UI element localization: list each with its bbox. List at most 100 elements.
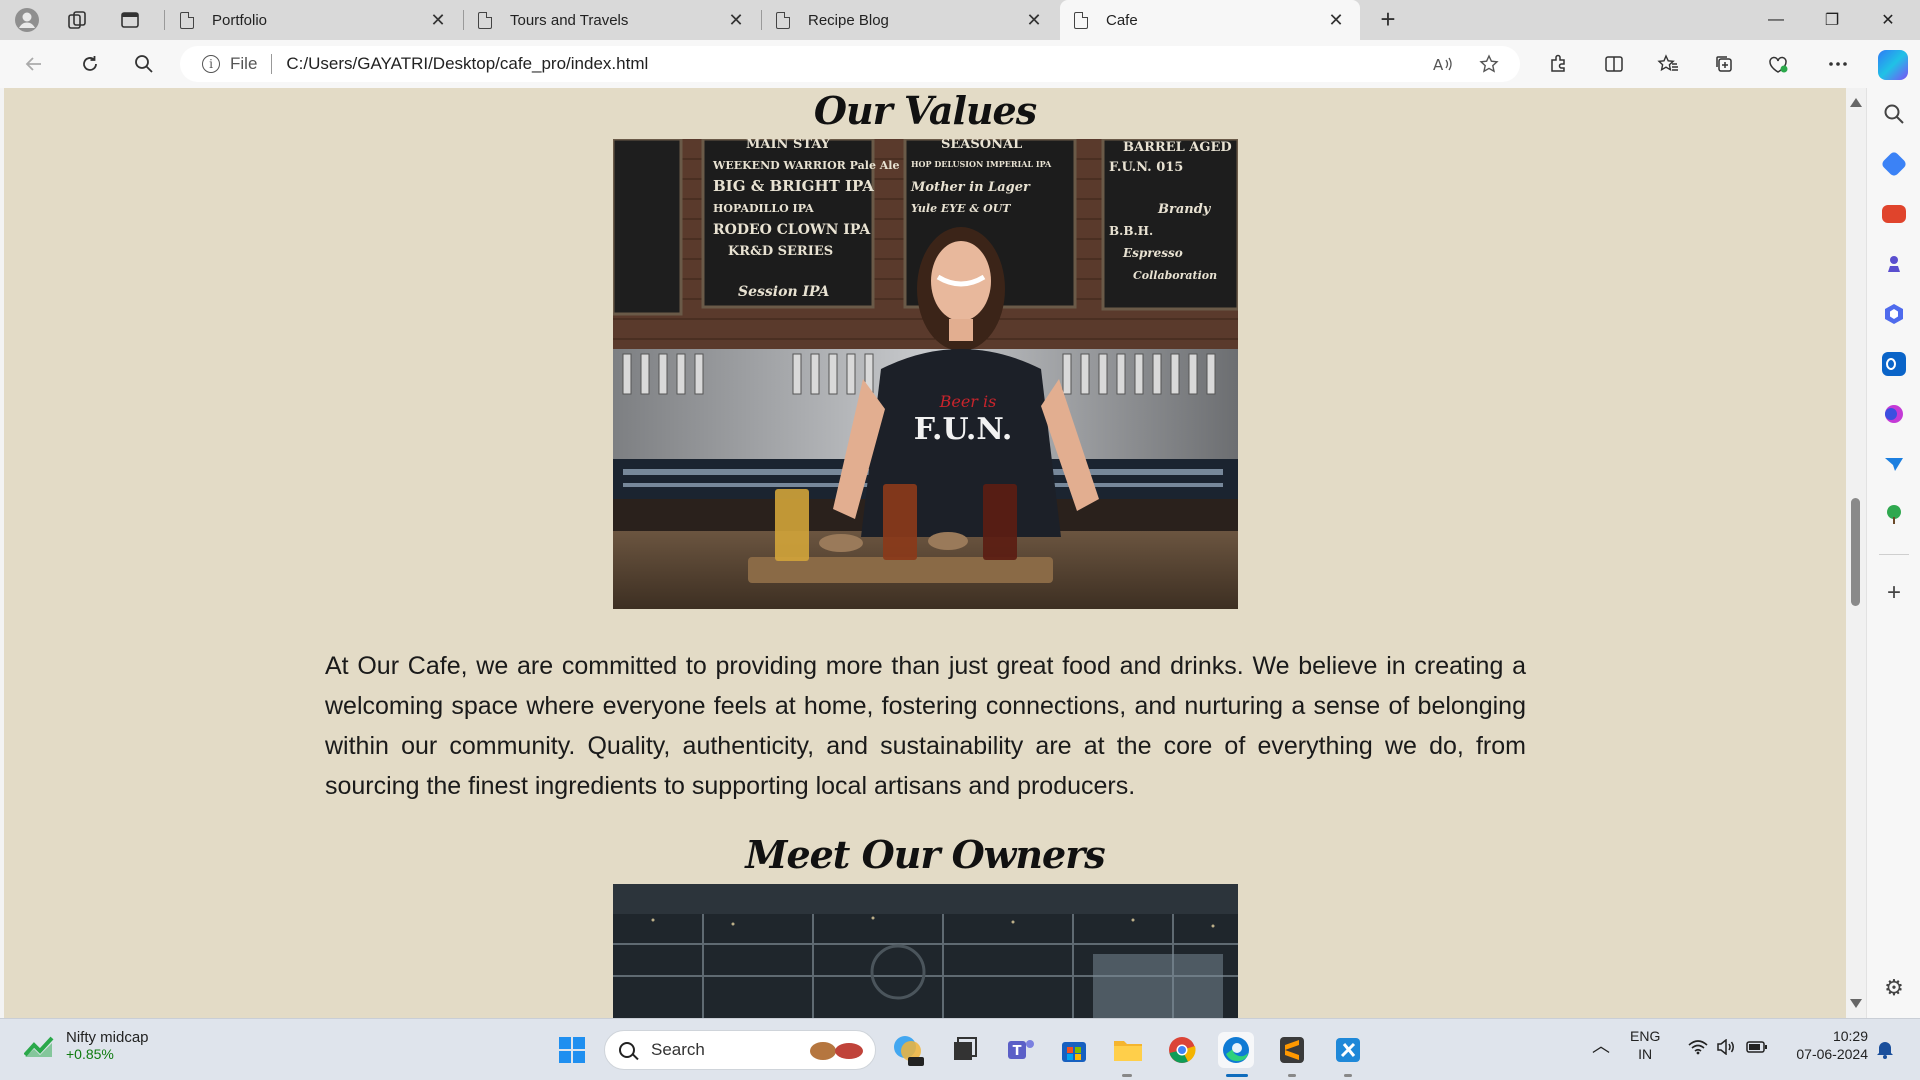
values-paragraph: At Our Cafe, we are committed to providi… <box>325 652 1526 800</box>
shopping-tag-icon[interactable] <box>1880 150 1908 178</box>
send-icon[interactable] <box>1882 452 1906 476</box>
split-screen-icon[interactable] <box>1598 48 1630 80</box>
language-secondary: IN <box>1638 1046 1653 1062</box>
svg-text:A: A <box>1433 56 1444 73</box>
tab-tours-and-travels[interactable]: Tours and Travels ✕ <box>464 0 760 40</box>
clock-date: 07-06-2024 <box>1796 1046 1868 1062</box>
file-explorer-icon[interactable] <box>1110 1032 1146 1068</box>
address-bar[interactable]: i File C:/Users/GAYATRI/Desktop/cafe_pro… <box>180 46 1520 82</box>
new-tab-button[interactable]: + <box>1372 4 1404 36</box>
tab-cafe[interactable]: Cafe ✕ <box>1060 0 1360 40</box>
sidebar-divider <box>1879 554 1909 555</box>
task-view-icon[interactable] <box>946 1032 982 1068</box>
language-primary: ENG <box>1630 1028 1661 1044</box>
menu-text: Session IPA <box>738 284 830 300</box>
close-icon[interactable]: ✕ <box>1326 10 1346 31</box>
extensions-icon[interactable] <box>1542 48 1574 80</box>
volume-icon[interactable] <box>1716 1038 1736 1059</box>
search-icon[interactable] <box>128 48 160 80</box>
outlook-icon[interactable] <box>1882 352 1906 376</box>
tab-label: Tours and Travels <box>510 11 629 29</box>
tab-portfolio[interactable]: Portfolio ✕ <box>166 0 462 40</box>
menu-text: Collaboration <box>1133 269 1217 282</box>
workspaces-icon[interactable] <box>62 6 92 34</box>
edge-icon[interactable] <box>1218 1032 1254 1068</box>
favorites-icon[interactable] <box>1652 48 1684 80</box>
sublime-text-icon[interactable] <box>1274 1032 1310 1068</box>
vscode-icon[interactable] <box>1330 1032 1366 1068</box>
search-icon <box>619 1042 635 1058</box>
menu-text: F.U.N. 015 <box>1109 160 1183 175</box>
tab-recipe-blog[interactable]: Recipe Blog ✕ <box>762 0 1058 40</box>
menu-text: Espresso <box>1122 246 1183 260</box>
battery-icon[interactable] <box>1746 1040 1768 1058</box>
url-text[interactable]: C:/Users/GAYATRI/Desktop/cafe_pro/index.… <box>286 54 648 74</box>
close-icon[interactable]: ✕ <box>1024 10 1044 31</box>
owners-heading: Meet Our Owners <box>745 832 1105 877</box>
profile-icon[interactable] <box>12 6 42 34</box>
taskbar-search-input[interactable]: Search <box>604 1030 876 1070</box>
chrome-icon[interactable] <box>1164 1032 1200 1068</box>
wifi-icon[interactable] <box>1688 1039 1708 1059</box>
close-window-button[interactable]: ✕ <box>1860 0 1916 40</box>
favorite-star-icon[interactable] <box>1472 46 1506 82</box>
owners-photo <box>613 884 1238 1018</box>
tab-separator <box>164 10 165 30</box>
stock-widget[interactable]: Nifty midcap +0.85% <box>23 1029 149 1062</box>
browser-toolbar: i File C:/Users/GAYATRI/Desktop/cafe_pro… <box>0 40 1920 88</box>
designer-icon[interactable] <box>1882 402 1906 426</box>
refresh-button[interactable] <box>74 48 106 80</box>
site-info-icon[interactable]: i <box>202 55 220 73</box>
menu-text: BARREL AGED <box>1123 140 1232 155</box>
copilot-icon[interactable] <box>1878 50 1908 80</box>
notification-bell-icon[interactable] <box>1876 1039 1894 1063</box>
sidebar-search-icon[interactable] <box>1882 102 1906 126</box>
restore-button[interactable]: ❐ <box>1804 0 1860 40</box>
language-indicator[interactable]: ENG IN <box>1630 1027 1660 1063</box>
page-icon <box>776 11 790 29</box>
menu-text: Yule EYE & OUT <box>911 202 1011 215</box>
close-icon[interactable]: ✕ <box>428 10 448 31</box>
clock-time: 10:29 <box>1832 1028 1868 1044</box>
edge-sidebar: + ⚙ <box>1866 88 1920 1018</box>
scroll-thumb[interactable] <box>1851 498 1860 606</box>
vertical-tabs-icon[interactable] <box>115 6 145 34</box>
tools-icon[interactable] <box>1882 205 1906 223</box>
menu-text: Mother in Lager <box>910 180 1031 195</box>
search-highlight-icon <box>810 1042 863 1060</box>
microsoft-365-icon[interactable] <box>1882 302 1906 326</box>
back-button[interactable] <box>18 48 50 80</box>
add-sidebar-app-icon[interactable]: + <box>1882 581 1906 606</box>
widget-title: Nifty midcap <box>66 1029 149 1046</box>
page-scrollbar[interactable] <box>1846 88 1866 1018</box>
page-icon <box>1074 11 1088 29</box>
show-hidden-icons-chevron-icon[interactable]: ︿ <box>1592 1037 1610 1055</box>
scroll-up-arrow-icon[interactable] <box>1850 98 1862 107</box>
copilot-preview-icon[interactable] <box>890 1032 926 1068</box>
tab-strip: Portfolio ✕ Tours and Travels ✕ Recipe B… <box>0 0 1920 40</box>
tree-icon[interactable] <box>1882 502 1906 526</box>
browser-essentials-icon[interactable] <box>1762 48 1794 80</box>
scroll-down-arrow-icon[interactable] <box>1850 999 1862 1008</box>
teams-icon[interactable]: T <box>1002 1032 1038 1068</box>
windows-start-icon[interactable] <box>554 1032 590 1068</box>
search-placeholder: Search <box>651 1040 705 1059</box>
svg-text:T: T <box>1013 1044 1022 1059</box>
settings-gear-icon[interactable]: ⚙ <box>1882 976 1906 1000</box>
collections-icon[interactable] <box>1708 48 1740 80</box>
microsoft-store-icon[interactable] <box>1056 1032 1092 1068</box>
page-icon <box>180 11 194 29</box>
minimize-button[interactable]: — <box>1748 0 1804 40</box>
close-icon[interactable]: ✕ <box>726 10 746 31</box>
read-aloud-icon[interactable]: A <box>1426 46 1460 82</box>
more-options-icon[interactable] <box>1822 48 1854 80</box>
clock[interactable]: 10:29 07-06-2024 <box>1784 1027 1868 1063</box>
menu-text: RODEO CLOWN IPA <box>713 222 871 238</box>
menu-text: Brandy <box>1157 202 1212 217</box>
games-icon[interactable] <box>1882 252 1906 276</box>
chart-trend-icon <box>23 1035 54 1057</box>
windows-taskbar: Nifty midcap +0.85% Search T ︿ ENG IN 10… <box>0 1018 1920 1080</box>
shirt-text: F.U.N. <box>914 412 1013 447</box>
page-viewport: Our Values MAIN STAY SEASONAL BARREL AGE… <box>4 88 1846 1018</box>
running-indicator <box>1344 1074 1352 1077</box>
